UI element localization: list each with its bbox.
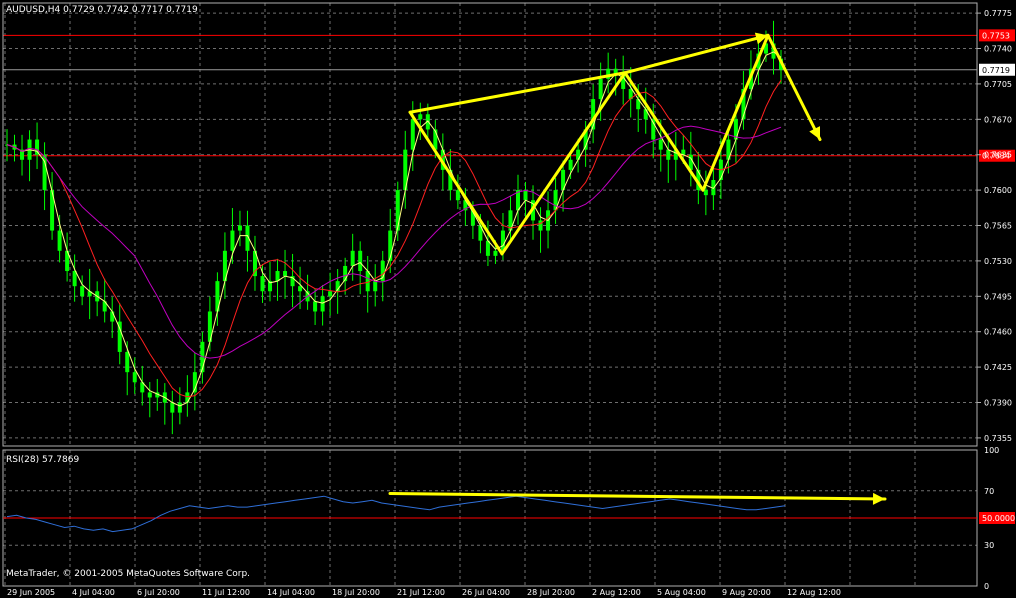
candle-body (298, 286, 303, 292)
y-tick-label: 0.7390 (984, 399, 1012, 408)
x-tick-label: 4 Jul 04:00 (72, 588, 115, 597)
y-tick-label: 0.7355 (984, 434, 1012, 443)
candle-body (237, 225, 242, 231)
candle-body (523, 190, 528, 201)
candle-body (350, 250, 355, 266)
x-tick-label: 14 Jul 04:00 (267, 588, 315, 597)
pattern-lines (408, 32, 885, 505)
candle-body (598, 78, 603, 100)
candle-body (455, 190, 460, 201)
candles (5, 20, 783, 435)
x-tick-label: 11 Jul 12:00 (202, 588, 250, 597)
candle-body (418, 114, 423, 120)
x-tick-label: 26 Jul 04:00 (462, 588, 510, 597)
rsi-trend-line (388, 492, 887, 501)
candle-body (395, 190, 400, 231)
ma-mid-line (6, 79, 782, 398)
candle-body (147, 392, 152, 398)
candle-body (493, 250, 498, 256)
rsi-label: RSI(28) 57.7869 (6, 455, 79, 465)
candle-body (313, 301, 318, 312)
pattern-leg (408, 110, 504, 256)
candle-body (283, 271, 288, 277)
chart-canvas: 0.77530.76340.7719 29 Jun 2005 4 Jul 04:0… (2, 2, 1015, 597)
chart-title: AUDUSD,H4 0.7729 0.7742 0.7717 0.7719 (6, 5, 198, 15)
x-tick-label: 9 Aug 20:00 (722, 588, 771, 597)
y-tick-label: 0.7705 (984, 80, 1012, 89)
candle-body (358, 250, 363, 272)
x-tick-label: 2 Aug 12:00 (592, 588, 641, 597)
candle-body (110, 311, 115, 322)
y-tick-label: 0.7740 (984, 45, 1012, 54)
candle-body (703, 190, 708, 196)
x-tick-label: 18 Jul 20:00 (332, 588, 380, 597)
candle-body (132, 372, 137, 383)
upper-trend-line (623, 33, 770, 75)
rsi-tick-label: 30 (984, 541, 994, 550)
price-level-label: 0.7753 (982, 31, 1010, 40)
y-tick-label: 0.7600 (984, 186, 1012, 195)
y-tick-label: 0.7635 (984, 151, 1012, 160)
moving-averages (6, 51, 782, 407)
candle-body (373, 281, 378, 292)
pattern-leg (500, 71, 627, 256)
y-tick-label: 0.7425 (984, 363, 1012, 372)
y-tick-label: 0.7565 (984, 222, 1012, 231)
candle-body (328, 291, 333, 297)
chart-window: 0.7753 0.7634 0.7719 29 Jun 2005 4 Jul 04:0… (0, 0, 1016, 598)
y-tick-label: 0.7530 (984, 257, 1012, 266)
candle-body (170, 402, 175, 413)
x-tick-label: 6 Jul 20:00 (137, 588, 180, 597)
rsi-tick-label: 100 (984, 446, 999, 455)
candle-body (658, 139, 663, 150)
candle-body (320, 296, 325, 312)
pattern-leg (623, 71, 705, 192)
y-tick-label: 0.7495 (984, 292, 1012, 301)
ma-fast-line (6, 51, 782, 407)
rsi-tick-label: 0 (984, 582, 989, 591)
x-tick-label: 29 Jun 2005 (7, 588, 55, 597)
y-tick-label: 0.7775 (984, 9, 1012, 18)
candle-body (185, 392, 190, 403)
current-price-label: 0.7719 (982, 66, 1010, 75)
candle-body (666, 149, 671, 160)
candle-body (230, 230, 235, 251)
candle-body (568, 159, 573, 170)
x-tick-label: 5 Aug 04:00 (657, 588, 706, 597)
rsi-level-label: 50.0000 (982, 514, 1015, 523)
rsi-tick-label: 70 (984, 487, 994, 496)
pattern-leg (701, 33, 770, 192)
y-tick-label: 0.7670 (984, 115, 1012, 124)
candle-body (177, 402, 182, 413)
copyright-text: MetaTrader, © 2001-2005 MetaQuotes Softw… (6, 569, 250, 579)
candle-body (125, 351, 130, 373)
rsi-line (6, 495, 786, 533)
x-tick-label: 21 Jul 12:00 (397, 588, 445, 597)
axes: 29 Jun 2005 4 Jul 04:00 6 Jul 20:00 11 Jul … (2, 2, 1012, 597)
x-tick-label: 12 Aug 12:00 (787, 588, 841, 597)
candle-body (260, 276, 265, 292)
y-tick-label: 0.7460 (984, 328, 1012, 337)
candle-body (410, 119, 415, 150)
x-tick-label: 28 Jul 20:00 (527, 588, 575, 597)
candle-body (643, 109, 648, 120)
candle-body (80, 286, 85, 297)
candle-body (57, 230, 62, 251)
